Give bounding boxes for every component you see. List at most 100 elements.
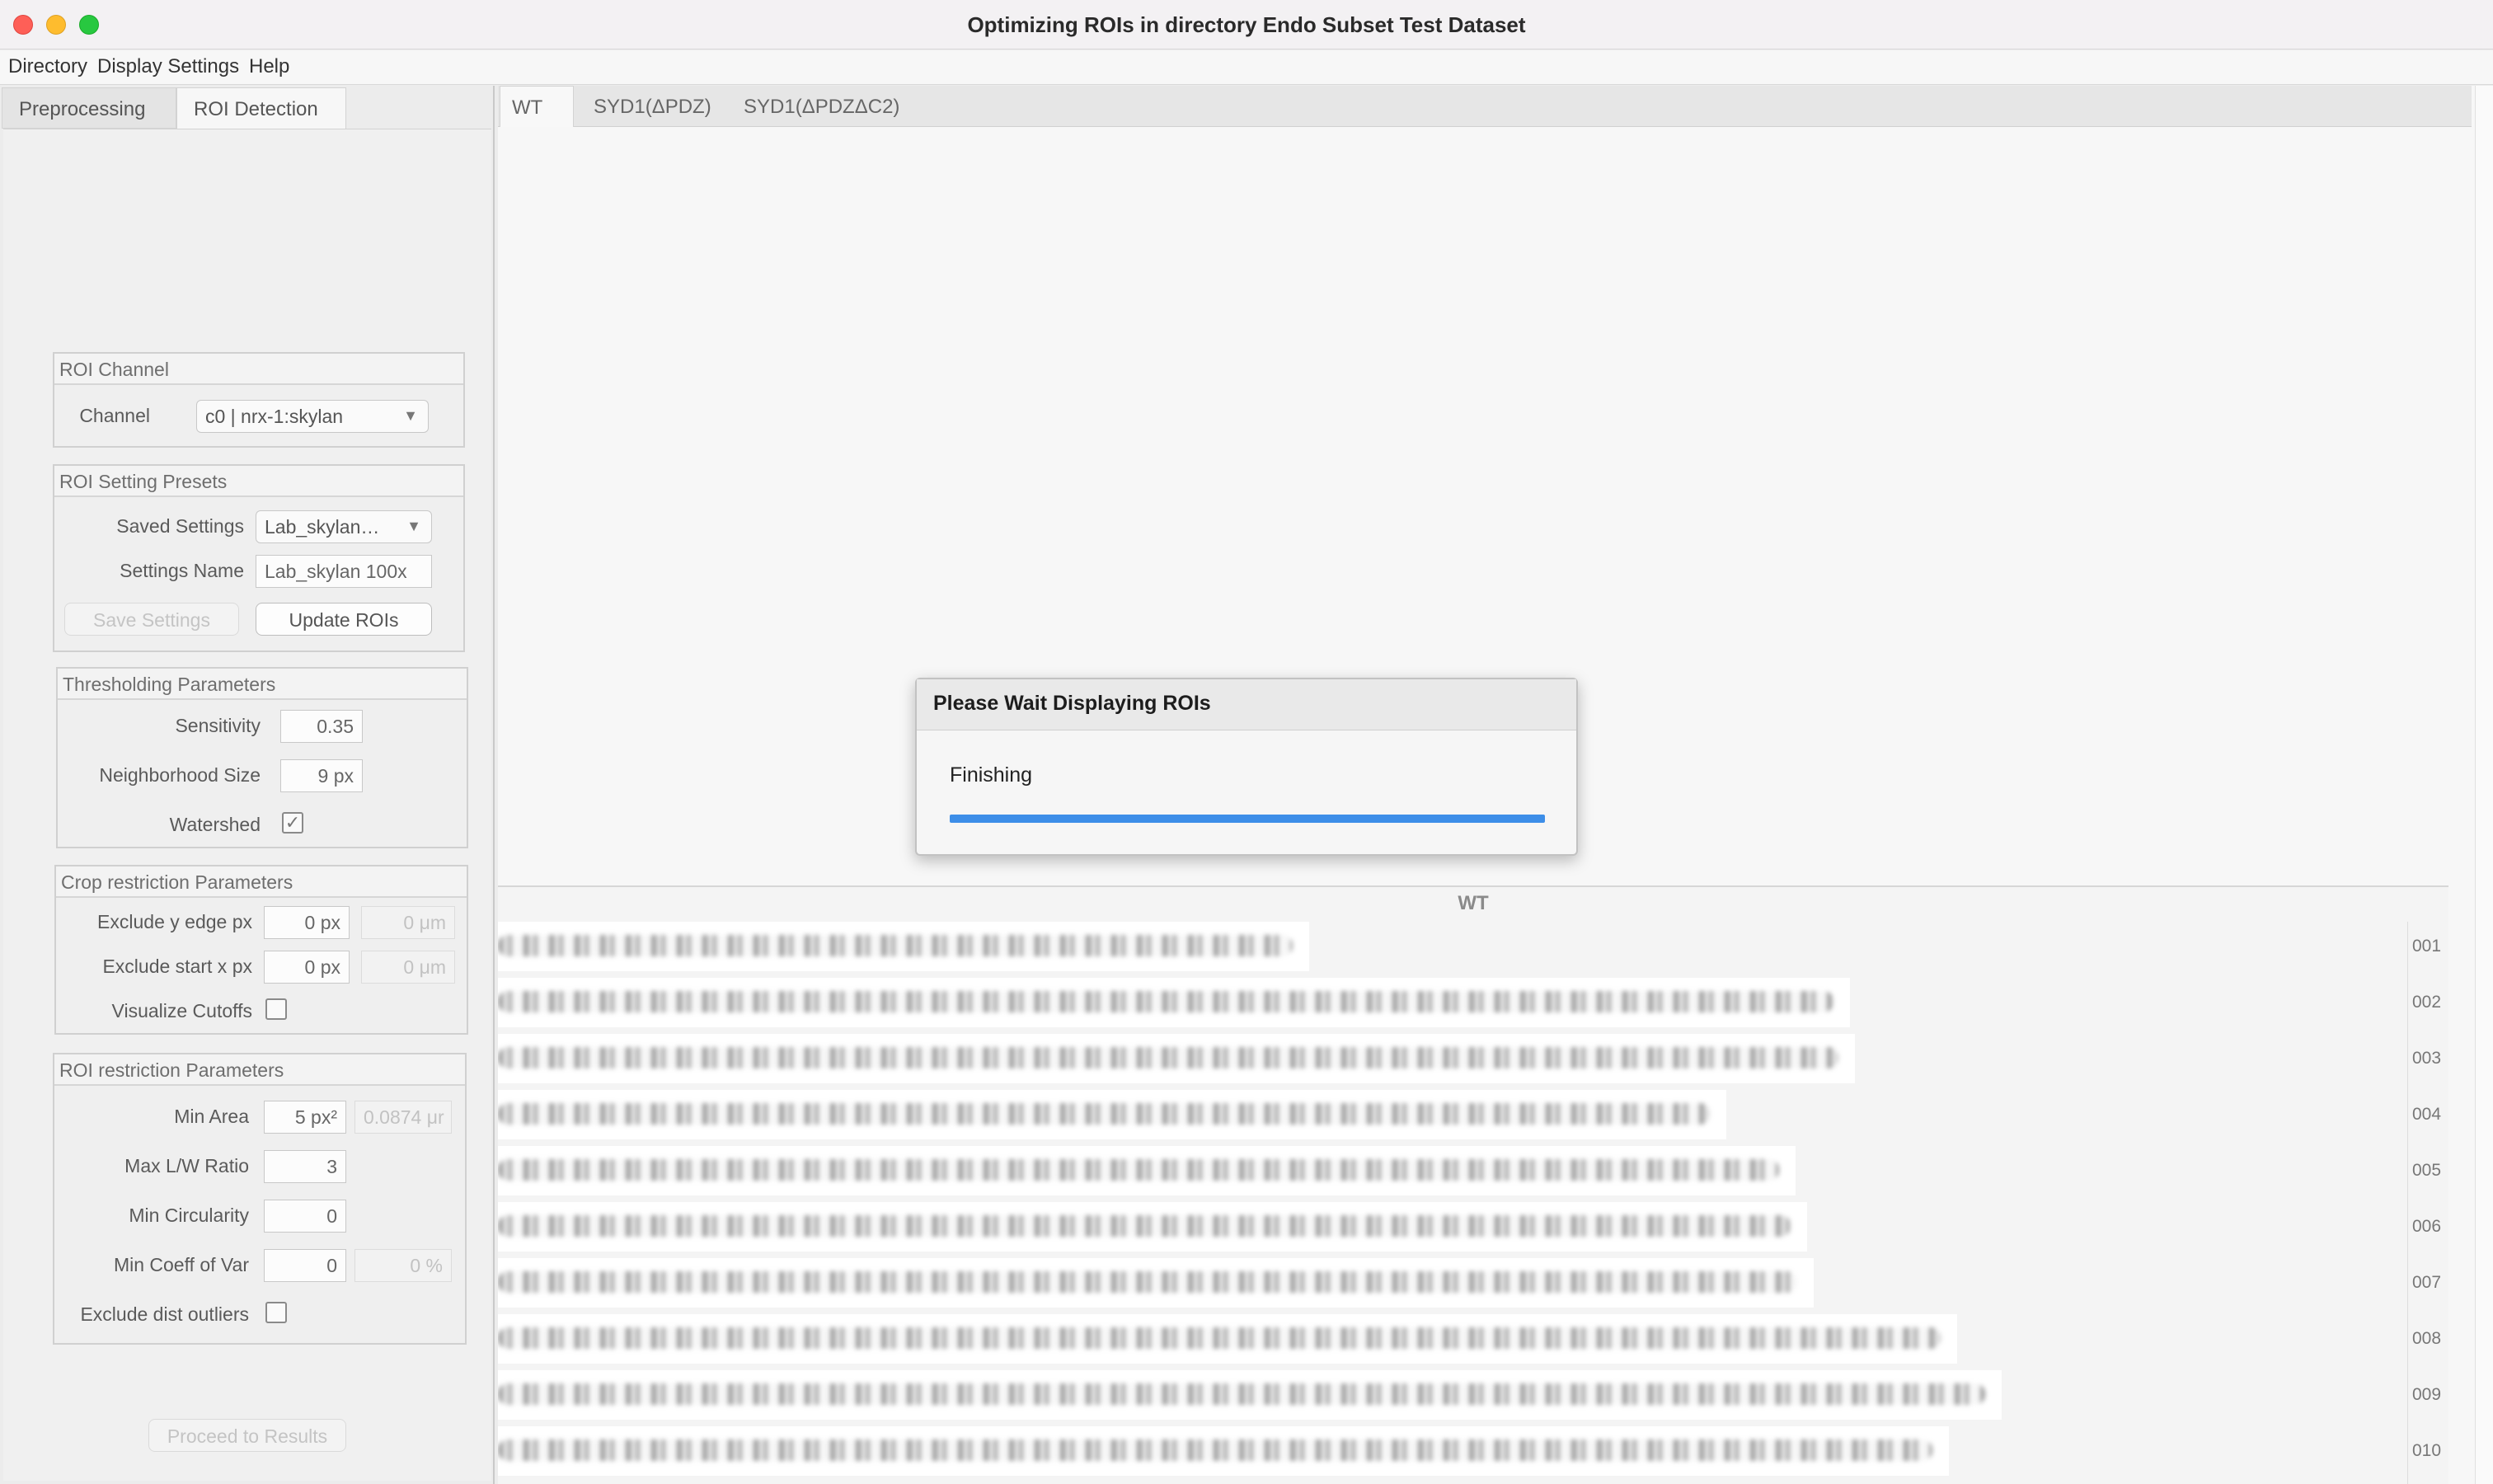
max-lw-ratio-input[interactable]: 3 [264,1150,346,1183]
fluorescence-signal [498,1271,1797,1293]
channel-select[interactable]: c0 | nrx-1:skylan ▼ [196,400,429,433]
image-strip [498,1034,1855,1083]
fluorescence-signal [498,1327,1941,1349]
roi-restriction-title: ROI restriction Parameters [54,1054,465,1086]
sensitivity-label: Sensitivity [175,715,261,736]
row-label: 001 [2412,937,2442,956]
tab-syd1-dpdz-dc2[interactable]: SYD1(ΔPDZΔC2) [732,92,911,122]
exclude-start-x-px-input[interactable]: 0 px [264,951,350,984]
tab-preprocessing[interactable]: Preprocessing [2,87,176,129]
fluorescence-signal [498,1215,1791,1237]
image-strip [498,1146,1796,1195]
menu-display-settings[interactable]: Display Settings [97,55,239,78]
saved-settings-value: Lab_skylan… [265,516,380,538]
watershed-label: Watershed [169,814,261,835]
condition-tabs: WT SYD1(ΔPDZ) SYD1(ΔPDZΔC2) [498,86,2472,127]
row-label: 004 [2412,1105,2442,1124]
saved-settings-select[interactable]: Lab_skylan… ▼ [256,510,432,543]
sensitivity-input[interactable]: 0.35 [280,710,363,743]
fluorescence-signal [498,935,1293,956]
menu-directory[interactable]: Directory [8,55,87,78]
settings-name-input[interactable]: Lab_skylan 100x [256,555,432,588]
image-strip [498,1370,2002,1420]
title-bar: Optimizing ROIs in directory Endo Subset… [0,0,2493,49]
fluorescence-signal [498,1103,1710,1125]
fluorescence-signal [498,1159,1779,1181]
exclude-start-x-um-input: 0 μm [361,951,455,984]
presets-title: ROI Setting Presets [54,466,463,497]
exclude-start-x-label: Exclude start x px [102,956,252,977]
roi-channel-title: ROI Channel [54,354,463,385]
image-strip [498,922,1309,971]
vertical-scrollbar[interactable] [2475,86,2493,1484]
chevron-down-icon: ▼ [406,518,421,534]
row-label: 007 [2412,1273,2442,1292]
exclude-y-edge-px-input[interactable]: 0 px [264,906,350,939]
exclude-y-edge-um-input: 0 μm [361,906,455,939]
roi-restriction-group: ROI restriction Parameters Min Area 5 px… [53,1053,467,1345]
settings-panel: Preprocessing ROI Detection ROI Channel … [0,86,495,1484]
exclude-y-edge-label: Exclude y edge px [97,911,252,932]
exclude-dist-outliers-checkbox[interactable] [265,1302,287,1323]
fluorescence-signal [498,1383,1985,1405]
row-label: 010 [2412,1441,2442,1460]
image-strip [498,1202,1807,1252]
fluorescence-signal [498,1439,1932,1461]
window-title: Optimizing ROIs in directory Endo Subset… [967,12,1526,37]
saved-settings-label: Saved Settings [116,515,244,537]
progress-bar [950,815,1545,823]
dialog-status: Finishing [950,763,1033,787]
min-coeff-var-input[interactable]: 0 [264,1249,346,1282]
crop-title: Crop restriction Parameters [56,866,467,898]
row-label: 003 [2412,1049,2442,1068]
settings-name-label: Settings Name [120,560,244,581]
min-circularity-input[interactable]: 0 [264,1200,346,1233]
watershed-checkbox[interactable]: ✓ [282,812,303,834]
exclude-dist-outliers-label: Exclude dist outliers [80,1303,249,1325]
progress-dialog: Please Wait Displaying ROIs Finishing [915,678,1578,856]
min-area-label: Min Area [174,1106,249,1127]
neighborhood-size-label: Neighborhood Size [99,764,261,786]
image-strip [498,978,1850,1027]
update-rois-button[interactable]: Update ROIs [256,603,432,636]
thresholding-title: Thresholding Parameters [58,669,467,700]
row-label: 005 [2412,1161,2442,1180]
min-area-input[interactable]: 5 px² [264,1101,346,1134]
dialog-title: Please Wait Displaying ROIs [917,679,1576,730]
checkmark-icon: ✓ [284,812,301,833]
crop-restriction-group: Crop restriction Parameters Exclude y ed… [54,865,468,1035]
image-strip [498,1258,1814,1308]
image-strip [498,1314,1957,1364]
tab-wt[interactable]: WT [500,86,574,127]
min-area-um-input: 0.0874 μr [354,1101,452,1134]
min-coeff-var-label: Min Coeff of Var [113,1254,249,1275]
neighborhood-size-input[interactable]: 9 px [280,759,363,792]
row-label: 008 [2412,1329,2442,1348]
menu-help[interactable]: Help [249,55,289,78]
chevron-down-icon: ▼ [403,407,418,424]
max-lw-ratio-label: Max L/W Ratio [124,1155,249,1176]
roi-channel-group: ROI Channel Channel c0 | nrx-1:skylan ▼ [53,352,465,448]
row-label: 009 [2412,1385,2442,1404]
image-strip [498,1090,1726,1139]
menu-bar: Directory Display Settings Help [0,50,2493,85]
min-circularity-label: Min Circularity [129,1205,249,1226]
tab-roi-detection[interactable]: ROI Detection [176,87,346,129]
proceed-to-results-button[interactable]: Proceed to Results [148,1419,346,1452]
save-settings-button[interactable]: Save Settings [64,603,239,636]
roi-detection-pane: ROI Channel Channel c0 | nrx-1:skylan ▼ … [3,129,491,1481]
roi-setting-presets-group: ROI Setting Presets Saved Settings Lab_s… [53,464,465,652]
tab-syd1-dpdz[interactable]: SYD1(ΔPDZ) [582,92,723,122]
row-label: 002 [2412,993,2442,1012]
visualize-cutoffs-label: Visualize Cutoffs [111,1000,252,1021]
image-panel-title: WT [1458,892,1489,914]
image-strip [498,1426,1949,1476]
progress-bar-fill [950,815,1545,823]
fluorescence-signal [498,1047,1838,1068]
min-coeff-var-pct-input: 0 % [354,1249,452,1282]
channel-label: Channel [79,405,150,426]
thresholding-group: Thresholding Parameters Sensitivity 0.35… [56,667,468,848]
visualize-cutoffs-checkbox[interactable] [265,998,287,1020]
row-label: 006 [2412,1217,2442,1236]
wt-image-panel: WT 001 002 003 004 005 006 007 008 009 010 [498,885,2448,1484]
